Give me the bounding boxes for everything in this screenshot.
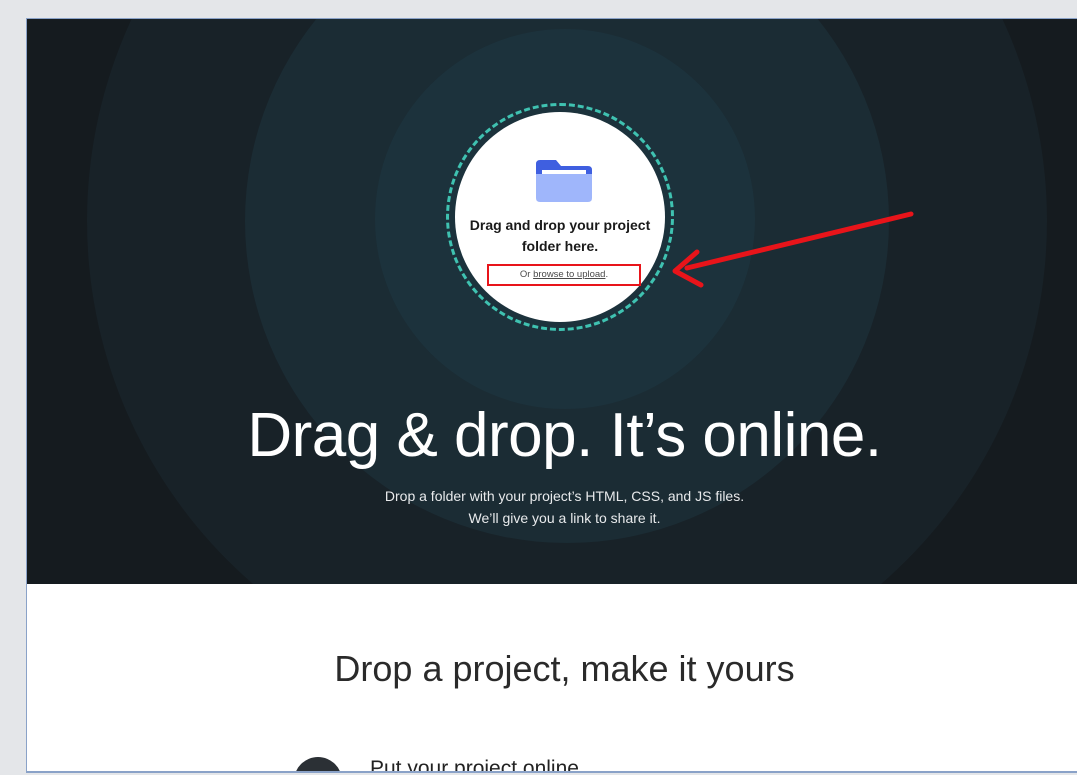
dropzone-title-line1: Drag and drop your project [469,217,651,233]
browse-to-upload-link[interactable]: browse to upload [533,269,605,280]
browse-suffix: . [605,269,609,280]
dropzone-title-line2: folder here. [521,238,599,254]
step-title: Put your project online [370,757,579,773]
section-title: Drop a project, make it yours [334,648,795,689]
hero-headline: Drag & drop. It’s online. [247,401,882,470]
hero-section: Drag and drop your project folder here. … [27,19,1077,584]
hero-tagline: Drop a folder with your project’s HTML, … [27,485,1077,529]
browse-annotation-box: Or browse to upload. [487,264,641,286]
browser-viewport: Drag and drop your project folder here. … [26,18,1077,773]
folder-icon [536,160,592,202]
step-number-badge [294,757,342,771]
browse-prefix: Or [519,269,534,280]
dropzone-title: Drag and drop your project folder here. [455,215,665,257]
hero-tagline-line2: We’ll give you a link to share it. [468,510,661,526]
hero-tagline-line1: Drop a folder with your project’s HTML, … [384,488,745,504]
annotation-arrow [672,211,914,288]
